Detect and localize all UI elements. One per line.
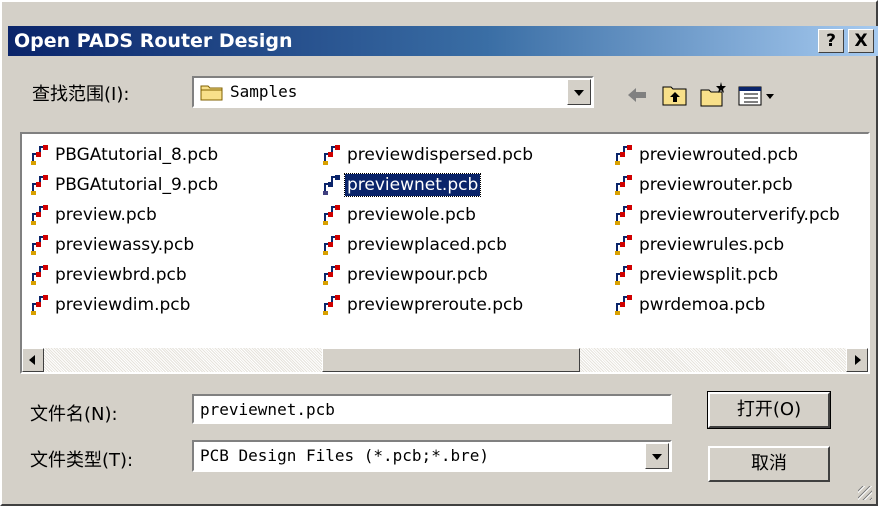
file-name: previewrouted.pcb (639, 145, 799, 165)
filetype-label: 文件类型(T): (30, 450, 134, 471)
pcb-file-icon (615, 235, 632, 255)
pcb-file-icon (323, 205, 340, 225)
file-name: previewpour.pcb (347, 265, 488, 285)
filetype-value: PCB Design Files (*.pcb;*.bre) (200, 446, 489, 465)
file-item[interactable]: previewsplit.pcb (614, 260, 842, 290)
file-item[interactable]: PBGAtutorial_8.pcb (30, 140, 220, 170)
file-name: previewplaced.pcb (347, 235, 507, 255)
filetype-combo[interactable]: PCB Design Files (*.pcb;*.bre) (192, 440, 672, 472)
up-folder-icon[interactable] (660, 80, 690, 110)
file-name: PBGAtutorial_9.pcb (55, 175, 219, 195)
file-name: previewdispersed.pcb (347, 145, 534, 165)
view-menu-icon[interactable] (736, 80, 780, 110)
file-name: previewrules.pcb (639, 235, 785, 255)
file-column-3: previewrouted.pcb previewrouter.pcb prev… (614, 140, 842, 320)
file-list[interactable]: PBGAtutorial_8.pcb PBGAtutorial_9.pcb pr… (20, 132, 870, 374)
pcb-file-icon (323, 295, 340, 315)
file-item[interactable]: previewrules.pcb (614, 230, 842, 260)
pcb-file-icon (615, 205, 632, 225)
file-name: previewassy.pcb (55, 235, 195, 255)
pcb-file-icon (31, 145, 48, 165)
horizontal-scrollbar[interactable] (22, 348, 868, 372)
file-item[interactable]: previewpreroute.pcb (322, 290, 535, 320)
open-dialog: Open PADS Router Design ? X 查找范围(I): Sam… (0, 0, 878, 506)
scroll-right-button[interactable] (846, 348, 868, 372)
file-name: pwrdemoa.pcb (639, 295, 766, 315)
file-item[interactable]: previewpour.pcb (322, 260, 535, 290)
file-item[interactable]: preview.pcb (30, 200, 220, 230)
pcb-file-icon (615, 265, 632, 285)
scroll-thumb[interactable] (322, 348, 580, 372)
pcb-file-icon (323, 235, 340, 255)
arrow-left-icon (29, 355, 35, 365)
filename-input[interactable]: previewnet.pcb (192, 394, 672, 424)
file-item[interactable]: pwrdemoa.pcb (614, 290, 842, 320)
cancel-button[interactable]: 取消 (708, 446, 830, 482)
file-column-2: previewdispersed.pcb previewnet.pcb prev… (322, 140, 535, 320)
pcb-file-icon (323, 175, 340, 195)
lookin-label: 查找范围(I): (32, 84, 130, 105)
file-name: previewdim.pcb (55, 295, 191, 315)
lookin-combo[interactable]: Samples (192, 76, 594, 108)
file-item[interactable]: previewrouter.pcb (614, 170, 842, 200)
file-name: previewole.pcb (347, 205, 476, 225)
dialog-title: Open PADS Router Design (14, 30, 293, 52)
file-item[interactable]: previewassy.pcb (30, 230, 220, 260)
file-name: previewrouter.pcb (639, 175, 793, 195)
file-item[interactable]: previewrouted.pcb (614, 140, 842, 170)
file-name: preview.pcb (55, 205, 157, 225)
filetype-dropdown-button[interactable] (645, 443, 669, 469)
file-item[interactable]: PBGAtutorial_9.pcb (30, 170, 220, 200)
pcb-file-icon (323, 265, 340, 285)
pcb-file-icon (31, 175, 48, 195)
pcb-file-icon (31, 205, 48, 225)
file-item[interactable]: previewdispersed.pcb (322, 140, 535, 170)
scroll-left-button[interactable] (22, 348, 44, 372)
file-item[interactable]: previewplaced.pcb (322, 230, 535, 260)
file-item-selected[interactable]: previewnet.pcb (322, 170, 535, 200)
file-name: previewpreroute.pcb (347, 295, 524, 315)
file-name: previewbrd.pcb (55, 265, 187, 285)
pcb-file-icon (615, 175, 632, 195)
pcb-file-icon (615, 145, 632, 165)
lookin-value: Samples (230, 82, 298, 101)
file-name: PBGAtutorial_8.pcb (55, 145, 219, 165)
open-button[interactable]: 打开(O) (707, 391, 831, 429)
pcb-file-icon (31, 295, 48, 315)
title-bar[interactable]: Open PADS Router Design ? X (8, 26, 878, 56)
new-folder-icon[interactable] (698, 80, 728, 110)
resize-grip-icon[interactable] (858, 486, 872, 500)
file-name: previewnet.pcb (343, 173, 482, 197)
help-button[interactable]: ? (818, 29, 844, 53)
pcb-file-icon (31, 265, 48, 285)
pcb-file-icon (31, 235, 48, 255)
back-arrow-icon[interactable] (622, 80, 652, 110)
file-name: previewrouterverify.pcb (639, 205, 840, 225)
filename-label: 文件名(N): (30, 404, 118, 425)
close-button[interactable]: X (848, 29, 874, 53)
file-item[interactable]: previewrouterverify.pcb (614, 200, 842, 230)
file-column-1: PBGAtutorial_8.pcb PBGAtutorial_9.pcb pr… (30, 140, 220, 320)
file-item[interactable]: previewdim.pcb (30, 290, 220, 320)
file-item[interactable]: previewbrd.pcb (30, 260, 220, 290)
file-item[interactable]: previewole.pcb (322, 200, 535, 230)
pcb-file-icon (323, 145, 340, 165)
file-name: previewsplit.pcb (639, 265, 779, 285)
arrow-right-icon (855, 355, 861, 365)
lookin-dropdown-button[interactable] (567, 79, 591, 105)
folder-icon (200, 85, 223, 101)
pcb-file-icon (615, 295, 632, 315)
